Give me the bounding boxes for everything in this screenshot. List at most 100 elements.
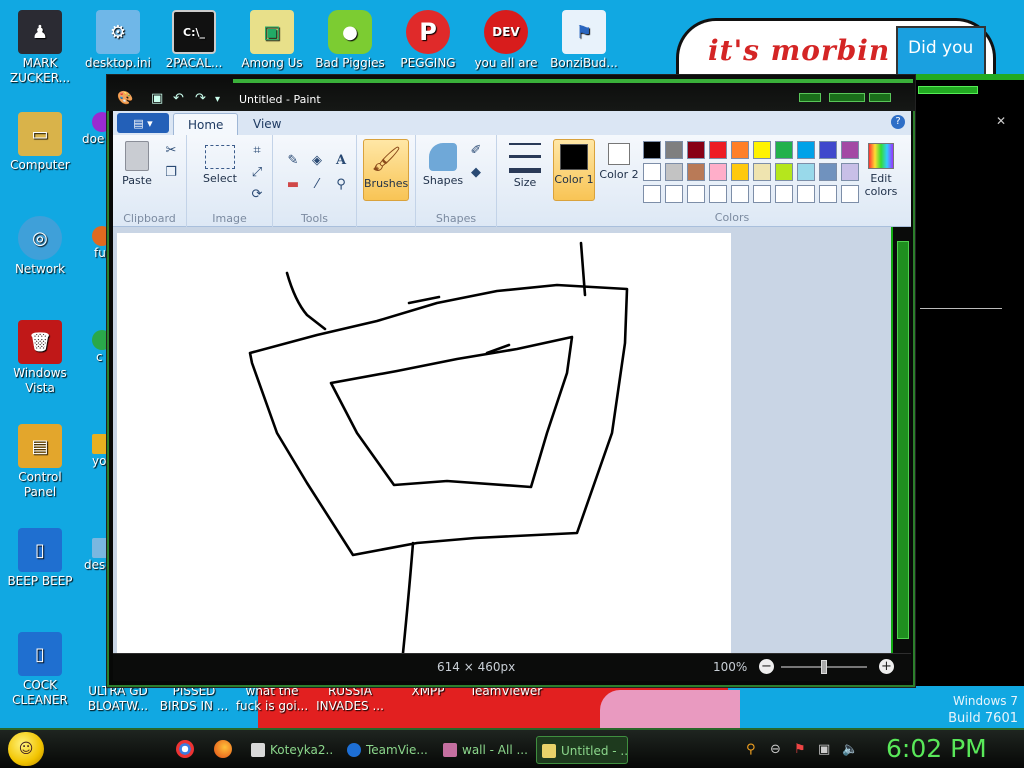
- paint-menu-button[interactable]: ▤ ▾: [117, 113, 169, 133]
- start-button[interactable]: ☺: [8, 732, 44, 766]
- undo-icon[interactable]: ↶: [173, 91, 184, 106]
- desktop-icon-windows-vista[interactable]: 🗑 Windows Vista: [2, 320, 78, 396]
- pencil-icon[interactable]: ✎: [283, 151, 303, 169]
- desktop-icon-doe[interactable]: doe: [80, 112, 108, 147]
- tab-home[interactable]: Home: [173, 113, 239, 135]
- outline-icon[interactable]: ✐: [466, 141, 486, 159]
- zoom-in-button[interactable]: +: [879, 659, 894, 674]
- save-icon[interactable]: ▣: [151, 91, 163, 106]
- taskbar-item-koteyka[interactable]: Koteyka2...: [246, 736, 334, 764]
- palette-swatch[interactable]: [753, 163, 771, 181]
- desktop-icon-fu[interactable]: fu: [80, 226, 108, 261]
- color-2-button[interactable]: Color 2: [599, 143, 639, 181]
- action-center-icon[interactable]: ⚑: [794, 742, 806, 757]
- fill-shape-icon[interactable]: ◆: [466, 163, 486, 181]
- maximize-button[interactable]: [829, 93, 865, 102]
- desktop-icon-c[interactable]: c: [80, 330, 108, 365]
- minimize-button[interactable]: [799, 93, 821, 102]
- drawing-canvas[interactable]: [117, 233, 731, 653]
- palette-swatch[interactable]: [687, 185, 705, 203]
- brushes-button[interactable]: 🖌 Brushes: [363, 139, 409, 201]
- help-icon[interactable]: ?: [891, 115, 905, 129]
- desktop-icon-pegging[interactable]: P PEGGING: [390, 10, 466, 71]
- palette-swatch[interactable]: [643, 185, 661, 203]
- firefox-icon[interactable]: [214, 740, 232, 758]
- taskbar-item-wall[interactable]: wall - All ...: [438, 736, 528, 764]
- clock[interactable]: 6:02 PM: [886, 734, 987, 763]
- palette-swatch[interactable]: [841, 163, 859, 181]
- edit-colors-button[interactable]: Edit colors: [859, 143, 903, 198]
- resize-icon[interactable]: ⤢: [247, 163, 267, 181]
- palette-swatch[interactable]: [731, 185, 749, 203]
- zoom-out-button[interactable]: −: [759, 659, 774, 674]
- close-button[interactable]: [869, 93, 891, 102]
- palette-swatch[interactable]: [775, 185, 793, 203]
- desktop-icon-beep-beep[interactable]: ▯ BEEP BEEP: [2, 528, 78, 589]
- palette-swatch[interactable]: [775, 163, 793, 181]
- color-1-button[interactable]: Color 1: [553, 139, 595, 201]
- desktop-icon-bad-piggies[interactable]: ● Bad Piggies: [312, 10, 388, 71]
- desktop-icon-pissed-birds[interactable]: PISSED BIRDS IN ...: [156, 684, 232, 714]
- eraser-icon[interactable]: ▬: [283, 175, 303, 193]
- rotate-icon[interactable]: ⟳: [247, 185, 267, 203]
- desktop-icon-desktop-ini[interactable]: ⚙ desktop.ini: [80, 10, 156, 71]
- cut-icon[interactable]: ✂: [161, 141, 181, 159]
- desktop-icon-mark-zucker[interactable]: ♟ MARK ZUCKER...: [2, 10, 78, 86]
- palette-swatch[interactable]: [775, 141, 793, 159]
- palette-swatch[interactable]: [819, 141, 837, 159]
- palette-swatch[interactable]: [687, 163, 705, 181]
- title-bar[interactable]: 🎨 ▣ ↶ ↷ ▾ Untitled - Paint: [107, 75, 915, 111]
- palette-swatch[interactable]: [797, 163, 815, 181]
- desktop-icon-des[interactable]: des: [80, 538, 108, 573]
- scrollbar-thumb[interactable]: [897, 241, 909, 639]
- desktop-icon-ultra-gd[interactable]: ULTRA GD BLOATW...: [80, 684, 156, 714]
- redo-icon[interactable]: ↷: [195, 91, 206, 106]
- text-tool-icon[interactable]: A: [331, 151, 351, 169]
- paste-button[interactable]: Paste: [119, 141, 155, 187]
- close-icon[interactable]: ✕: [996, 114, 1006, 128]
- palette-swatch[interactable]: [841, 141, 859, 159]
- shapes-button[interactable]: Shapes: [422, 143, 464, 187]
- color-picker-icon[interactable]: ⁄: [307, 175, 327, 193]
- volume-icon[interactable]: 🔈: [842, 742, 858, 757]
- palette-swatch[interactable]: [797, 185, 815, 203]
- background-window-titlebar[interactable]: [918, 86, 978, 94]
- desktop-icon-2pacal[interactable]: C:\_ 2PACAL...: [156, 10, 232, 71]
- desktop-icon-you-all-are[interactable]: DEV you all are: [468, 10, 544, 71]
- palette-swatch[interactable]: [643, 163, 661, 181]
- desktop-icon-computer[interactable]: ▭ Computer: [2, 112, 78, 173]
- desktop-icon-among-us[interactable]: ▣ Among Us: [234, 10, 310, 71]
- desktop-icon-control-panel[interactable]: ▤ Control Panel: [2, 424, 78, 500]
- chrome-icon[interactable]: [176, 740, 194, 758]
- size-button[interactable]: Size: [505, 143, 545, 189]
- palette-swatch[interactable]: [841, 185, 859, 203]
- palette-swatch[interactable]: [797, 141, 815, 159]
- desktop-icon-yo[interactable]: yo: [80, 434, 108, 469]
- palette-swatch[interactable]: [731, 141, 749, 159]
- paint-window[interactable]: 🎨 ▣ ↶ ↷ ▾ Untitled - Paint ▤ ▾ Home View…: [106, 74, 916, 688]
- palette-swatch[interactable]: [819, 163, 837, 181]
- search-icon[interactable]: ⚲: [746, 742, 756, 757]
- select-button[interactable]: Select: [195, 145, 245, 185]
- palette-swatch[interactable]: [709, 141, 727, 159]
- palette-swatch[interactable]: [665, 141, 683, 159]
- zoom-slider-handle[interactable]: [821, 660, 827, 674]
- taskbar-item-teamviewer[interactable]: TeamVie...: [342, 736, 430, 764]
- palette-swatch[interactable]: [665, 163, 683, 181]
- palette-swatch[interactable]: [709, 163, 727, 181]
- palette-swatch[interactable]: [731, 163, 749, 181]
- network-tray-icon[interactable]: ▣: [818, 742, 830, 757]
- vertical-scrollbar[interactable]: [891, 227, 911, 653]
- desktop-icon-what-the[interactable]: what the fuck is goi...: [234, 684, 310, 714]
- palette-swatch[interactable]: [753, 141, 771, 159]
- magnifier-icon[interactable]: ⚲: [331, 175, 351, 193]
- chevron-down-icon[interactable]: ▾: [215, 94, 220, 105]
- desktop-icon-russia-invades[interactable]: RUSSIA INVADES ...: [312, 684, 388, 714]
- background-window[interactable]: ✕: [910, 74, 1024, 686]
- tab-view[interactable]: View: [239, 113, 295, 135]
- palette-swatch[interactable]: [643, 141, 661, 159]
- palette-swatch[interactable]: [709, 185, 727, 203]
- taskbar-item-paint[interactable]: Untitled - ...: [536, 736, 628, 764]
- palette-swatch[interactable]: [665, 185, 683, 203]
- desktop-icon-bonzibud[interactable]: ⚑ BonziBud...: [546, 10, 622, 71]
